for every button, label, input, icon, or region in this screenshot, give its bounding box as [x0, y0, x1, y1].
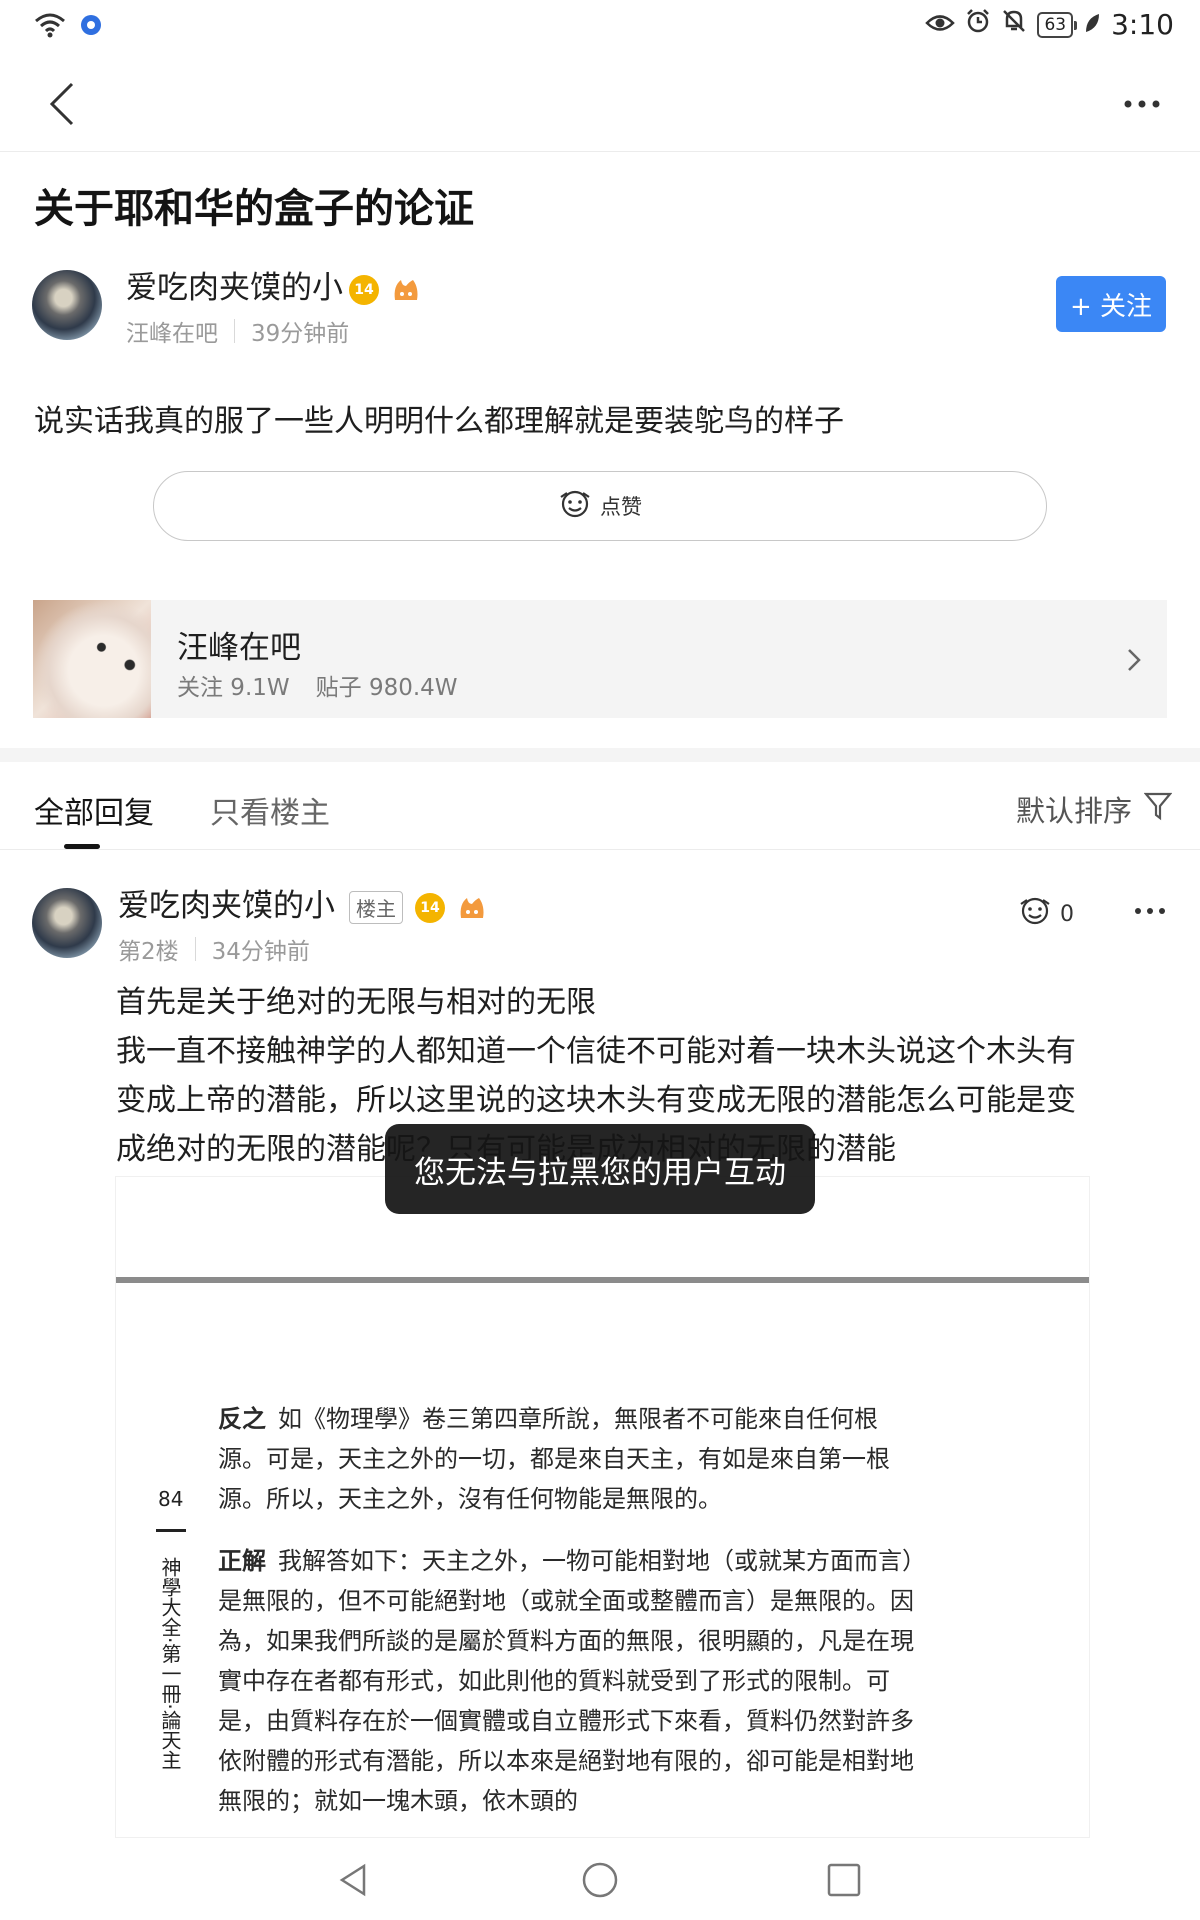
- forum-card[interactable]: 汪峰在吧 关注 9.1W 贴子 980.4W: [33, 600, 1167, 718]
- scan-side-divider: [156, 1529, 186, 1532]
- scan-para-label: 正解: [218, 1546, 266, 1575]
- op-tag: 楼主: [349, 891, 403, 924]
- reply-line: 首先是关于绝对的无限与相对的无限: [116, 985, 596, 1020]
- forum-posts: 贴子 980.4W: [315, 675, 458, 701]
- reply-fire-badge-icon: [457, 894, 487, 922]
- post-title: 关于耶和华的盒子的论证: [34, 186, 474, 232]
- triangle-back-icon: [339, 1863, 366, 1897]
- filter-icon: [1143, 791, 1173, 828]
- reply-line: 变成上帝的潜能，所以这里说的这块木头有变成无限的潜能怎么可能是变: [116, 1083, 1076, 1118]
- reply-like-button[interactable]: 0: [1018, 896, 1074, 932]
- status-bar: 63 3:10: [0, 0, 1200, 56]
- author-name-row[interactable]: 爱吃肉夹馍的小 14: [126, 262, 421, 307]
- reply-time: 34分钟前: [211, 939, 310, 965]
- clock-time: 3:10: [1111, 8, 1174, 41]
- more-options-button[interactable]: [1112, 84, 1172, 124]
- section-divider: [0, 748, 1200, 762]
- reply-meta-divider: [194, 937, 196, 961]
- scan-side-title: 神學大全·第一冊·論天主: [158, 1557, 182, 1770]
- reply-level-badge: 14: [415, 892, 445, 923]
- reply-floor: 第2楼: [118, 939, 179, 965]
- scan-para-text: 我解答如下：天主之外，一物可能相對地（或就某方面而言）是無限的，但不可能絕對地（…: [218, 1547, 914, 1815]
- reply-line: 我一直不接触神学的人都知道一个信徒不可能对着一块木头说这个木头有: [116, 1034, 1076, 1069]
- more-dots-icon: [1124, 100, 1160, 108]
- reply-image[interactable]: 84 神學大全·第一冊·論天主 反之 如《物理學》卷三第四章所說，無限者不可能來自…: [115, 1176, 1090, 1838]
- post-forum[interactable]: 汪峰在吧: [126, 314, 218, 348]
- reply-like-icon: [1018, 896, 1052, 932]
- eye-icon: [925, 8, 956, 41]
- wifi-icon: [34, 12, 66, 42]
- nav-back-button[interactable]: [334, 1860, 374, 1900]
- forum-name: 汪峰在吧: [177, 630, 301, 666]
- forum-thumbnail: [33, 600, 151, 718]
- reply-tabs: 全部回复 只看楼主 默认排序: [0, 762, 1200, 850]
- meta-divider: [234, 319, 235, 343]
- tab-op-only[interactable]: 只看楼主: [210, 788, 330, 832]
- scan-paragraph: 反之 如《物理學》卷三第四章所說，無限者不可能來自任何根源。可是，天主之外的一切，…: [218, 1399, 918, 1519]
- fire-badge-icon: [391, 276, 421, 304]
- scan-text: 反之 如《物理學》卷三第四章所說，無限者不可能來自任何根源。可是，天主之外的一切，…: [218, 1399, 918, 1837]
- chevron-right-icon: [1123, 642, 1147, 678]
- reply-author-name[interactable]: 爱吃肉夹馍的小: [118, 888, 335, 924]
- alarm-icon: [965, 8, 991, 41]
- circle-home-icon: [582, 1862, 618, 1898]
- like-label: 点赞: [600, 495, 642, 519]
- level-badge: 14: [349, 274, 379, 305]
- scan-header-rule: [116, 1277, 1089, 1283]
- post-body: 说实话我真的服了一些人明明什么都理解就是要装鸵鸟的样子: [34, 404, 844, 439]
- reply-author-row[interactable]: 爱吃肉夹馍的小 楼主 14: [118, 880, 487, 925]
- post-time: 39分钟前: [251, 321, 350, 347]
- scan-para-label: 反之: [218, 1404, 266, 1433]
- square-recents-icon: [827, 1863, 861, 1897]
- scan-paragraph: 正解 我解答如下：天主之外，一物可能相對地（或就某方面而言）是無限的，但不可能絕對…: [218, 1541, 918, 1821]
- author-name[interactable]: 爱吃肉夹馍的小: [126, 270, 343, 306]
- active-tab-indicator: [64, 844, 100, 849]
- post-meta: 汪峰在吧 39分钟前: [126, 314, 349, 348]
- author-avatar[interactable]: [32, 270, 102, 340]
- forum-stats: 关注 9.1W 贴子 980.4W: [177, 668, 458, 702]
- mute-bell-icon: [1001, 8, 1027, 41]
- like-button[interactable]: 点赞: [153, 471, 1047, 541]
- nav-home-button[interactable]: [580, 1860, 620, 1900]
- reply-author-avatar[interactable]: [32, 888, 102, 958]
- like-icon: [558, 489, 592, 524]
- system-nav-bar: [0, 1840, 1200, 1920]
- reply-more-dots-icon: [1135, 908, 1165, 914]
- battery-indicator: 63: [1037, 11, 1077, 38]
- toast-message: 您无法与拉黑您的用户互动: [385, 1124, 815, 1214]
- scan-para-text: 如《物理學》卷三第四章所說，無限者不可能來自任何根源。可是，天主之外的一切，都是…: [218, 1405, 890, 1513]
- reply-meta: 第2楼 34分钟前: [118, 932, 310, 966]
- nav-recents-button[interactable]: [824, 1860, 864, 1900]
- app-notification-icon: [80, 14, 102, 40]
- follow-button[interactable]: + 关注: [1056, 276, 1166, 332]
- forum-followers: 关注 9.1W: [177, 675, 290, 701]
- tab-all-replies[interactable]: 全部回复: [34, 788, 154, 832]
- reply-more-button[interactable]: [1130, 896, 1170, 926]
- reply-like-count: 0: [1060, 901, 1074, 927]
- leaf-icon: [1083, 8, 1101, 41]
- back-button[interactable]: [36, 74, 96, 134]
- chevron-left-icon: [49, 82, 74, 126]
- top-nav-bar: [0, 56, 1200, 152]
- sort-label: 默认排序: [1015, 794, 1132, 828]
- sort-dropdown[interactable]: 默认排序: [1015, 788, 1173, 830]
- scan-page-number: 84: [158, 1487, 184, 1511]
